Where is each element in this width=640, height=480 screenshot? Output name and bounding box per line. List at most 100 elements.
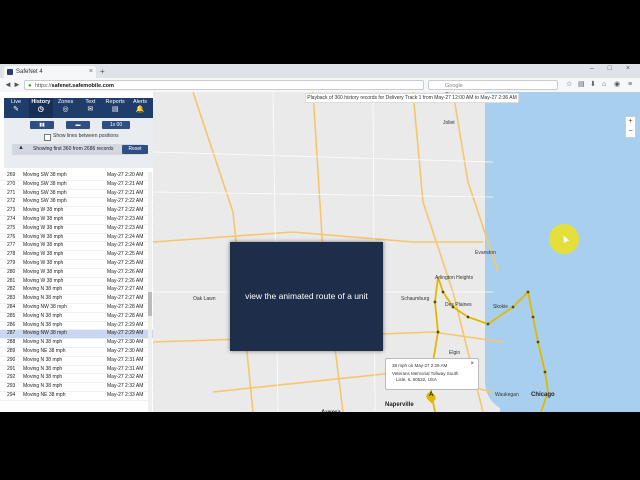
speed-button[interactable]: 1x 00: [102, 121, 130, 129]
table-row[interactable]: 269 Moving SW 38 mph May-27 2:20 AM: [0, 172, 153, 181]
envelope-icon: ✉: [87, 106, 94, 113]
row-time: May-27 2:27 AM: [107, 295, 144, 302]
table-row[interactable]: 283 Moving N 38 mph May-27 2:27 AM: [0, 295, 153, 304]
pocket-icon[interactable]: ◉: [614, 80, 620, 90]
row-number: 294: [7, 391, 16, 398]
reset-button[interactable]: Reset: [122, 145, 148, 154]
download-icon[interactable]: ⬇: [590, 80, 596, 90]
table-row[interactable]: 277 Moving W 38 mph May-27 2:24 AM: [0, 242, 153, 252]
route-point[interactable]: [486, 322, 490, 326]
tab-history[interactable]: History ◷: [28, 98, 53, 118]
menu-icon[interactable]: ≡: [628, 80, 632, 90]
table-row[interactable]: 270 Moving SW 38 mph May-27 2:21 AM: [0, 181, 153, 190]
bookmark-star-icon[interactable]: ☆: [566, 80, 572, 90]
list-scrollbar[interactable]: [148, 172, 152, 412]
url-prefix: https://: [35, 83, 52, 89]
map-label: Chicago: [531, 392, 555, 398]
tab-alerts[interactable]: Alerts 🔔: [128, 98, 152, 118]
route-point[interactable]: [441, 290, 445, 294]
tab-zones[interactable]: Zones ◎: [54, 98, 78, 118]
route-point[interactable]: [436, 330, 440, 334]
map-label: Evanston: [475, 250, 496, 256]
route-point[interactable]: [536, 340, 540, 344]
table-row[interactable]: 292 Moving N 38 mph May-27 2:32 AM: [0, 374, 153, 384]
table-row[interactable]: 274 Moving W 38 mph May-27 2:23 AM: [0, 216, 153, 225]
row-number: 288: [7, 339, 16, 346]
forward-icon[interactable]: ►: [13, 80, 21, 90]
back-icon[interactable]: ◄: [4, 80, 12, 90]
show-lines-checkbox[interactable]: [44, 134, 51, 141]
search-placeholder: Google: [445, 83, 463, 89]
table-row[interactable]: 290 Moving N 38 mph May-27 2:31 AM: [0, 357, 153, 366]
window-controls[interactable]: – □ ×: [590, 65, 636, 72]
table-row[interactable]: 282 Moving N 38 mph May-27 2:27 AM: [0, 286, 153, 296]
popup-close-icon[interactable]: ×: [470, 361, 474, 367]
table-row[interactable]: 287 Moving NW 38 mph May-27 2:29 AM: [0, 330, 153, 340]
route-point[interactable]: [511, 305, 515, 309]
records-info-text: Showing first 360 from 2686 records: [33, 146, 114, 152]
zoom-out-button[interactable]: −: [626, 127, 635, 137]
row-status: Moving NW 38 mph: [23, 330, 67, 337]
route-point[interactable]: [433, 300, 437, 304]
reading-list-icon[interactable]: ▤: [578, 80, 585, 90]
row-status: Moving NE 38 mph: [23, 391, 66, 398]
row-time: May-27 2:20 AM: [107, 172, 144, 178]
tab-close-icon[interactable]: ×: [89, 66, 93, 78]
table-row[interactable]: 273 Moving W 38 mph May-27 2:22 AM: [0, 207, 153, 216]
row-time: May-27 2:30 AM: [107, 339, 144, 346]
table-row[interactable]: 276 Moving W 38 mph May-27 2:24 AM: [0, 234, 153, 243]
table-row[interactable]: 281 Moving W 38 mph May-27 2:26 AM: [0, 278, 153, 287]
url-bar[interactable]: ● https://safenet.safemobile.com: [24, 80, 424, 90]
row-number: 278: [7, 251, 16, 258]
zoom-control[interactable]: + −: [625, 116, 636, 138]
new-tab-button[interactable]: +: [100, 67, 105, 76]
table-row[interactable]: 285 Moving N 38 mph May-27 2:28 AM: [0, 313, 153, 322]
row-number: 270: [7, 180, 16, 187]
home-icon[interactable]: ⌂: [602, 80, 606, 90]
row-time: May-27 2:22 AM: [107, 198, 144, 205]
row-number: 279: [7, 259, 16, 266]
row-status: Moving W 38 mph: [23, 215, 64, 222]
zoom-in-button[interactable]: +: [626, 117, 635, 127]
table-row[interactable]: 288 Moving N 38 mph May-27 2:30 AM: [0, 339, 153, 348]
table-row[interactable]: 271 Moving SW 38 mph May-27 2:21 AM: [0, 190, 153, 199]
tab-reports[interactable]: Reports ▤: [103, 98, 127, 118]
scrollbar-thumb[interactable]: [148, 292, 152, 316]
row-time: May-27 2:23 AM: [107, 224, 144, 231]
tab-text[interactable]: Text ✉: [78, 98, 102, 118]
tab-live[interactable]: Live ✎: [4, 98, 28, 118]
route-point[interactable]: [466, 315, 470, 319]
table-row[interactable]: 289 Moving NE 38 mph May-27 2:30 AM: [0, 348, 153, 357]
row-number: 284: [7, 303, 16, 310]
row-time: May-27 2:26 AM: [107, 268, 144, 275]
map-label: Arlington Heights: [435, 275, 474, 281]
table-row[interactable]: 278 Moving W 38 mph May-27 2:25 AM: [0, 251, 153, 260]
route-point[interactable]: [543, 370, 547, 374]
row-number: 277: [7, 242, 16, 249]
table-row[interactable]: 272 Moving SW 38 mph May-27 2:22 AM: [0, 198, 153, 208]
play-pause-button[interactable]: ▮▮: [30, 121, 54, 129]
table-row[interactable]: 284 Moving NW 38 mph May-27 2:28 AM: [0, 304, 153, 313]
table-row[interactable]: 286 Moving N 38 mph May-27 2:29 AM: [0, 322, 153, 331]
row-number: 274: [7, 215, 16, 222]
row-number: 276: [7, 233, 16, 240]
route-point[interactable]: [526, 290, 530, 294]
search-input[interactable]: Google: [428, 80, 558, 90]
table-row[interactable]: 275 Moving W 38 mph May-27 2:23 AM: [0, 225, 153, 234]
sidebar: Live ✎ History ◷ Zones ◎ Text ✉ Reports ▤ Alerts 🔔 …: [0, 92, 154, 412]
browser-tab[interactable]: SafeNet 4 ×: [4, 66, 96, 78]
table-row[interactable]: 294 Moving NE 38 mph May-27 2:33 AM: [0, 392, 153, 401]
row-time: May-27 2:31 AM: [107, 365, 144, 372]
row-time: May-27 2:32 AM: [107, 383, 144, 390]
table-row[interactable]: 291 Moving N 38 mph May-27 2:31 AM: [0, 366, 153, 375]
popup-address: Veterans Memorial Tollway South: [392, 371, 459, 376]
table-row[interactable]: 280 Moving W 38 mph May-27 2:26 AM: [0, 269, 153, 278]
map-label: Waukegan: [495, 392, 519, 398]
row-number: 293: [7, 383, 16, 390]
table-row[interactable]: 293 Moving N 38 mph May-27 2:32 AM: [0, 383, 153, 392]
table-row[interactable]: 279 Moving W 38 mph May-27 2:25 AM: [0, 260, 153, 269]
stop-button[interactable]: ▬: [66, 121, 90, 129]
marker-label: A: [429, 392, 434, 398]
route-point[interactable]: [531, 315, 535, 319]
row-number: 283: [7, 295, 16, 302]
